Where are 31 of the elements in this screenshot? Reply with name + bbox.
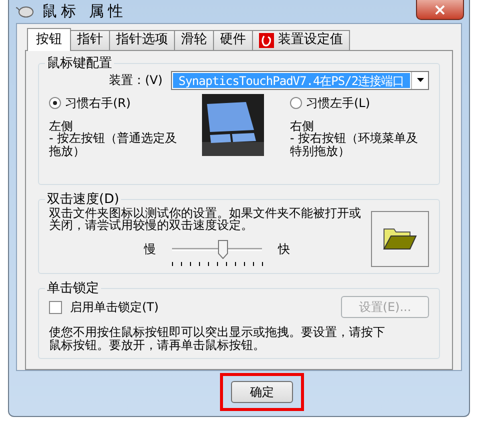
tab[interactable]: 指针: [70, 30, 110, 50]
device-label: 装置：(V): [109, 72, 163, 90]
tab[interactable]: 滑轮: [174, 30, 214, 50]
folder-icon: [383, 226, 417, 251]
tab[interactable]: 按钮: [27, 28, 71, 50]
group-title: 双击速度(D): [46, 192, 120, 207]
radio-label[interactable]: 习惯右手(R): [65, 94, 131, 112]
fast-label: 快: [278, 240, 290, 258]
tab[interactable]: 装置设定值: [252, 30, 350, 50]
checkbox-option[interactable]: 启用单击锁定(T): [49, 298, 159, 316]
folder-test-button[interactable]: [371, 210, 429, 267]
button-description: 左侧 - 按左按钮（普通选定及拖放）: [49, 120, 178, 158]
slow-label: 慢: [144, 240, 156, 258]
ok-button[interactable]: 确定: [231, 380, 293, 402]
radio-button[interactable]: [49, 96, 61, 109]
tab[interactable]: 硬件: [213, 30, 253, 50]
group-title: 鼠标键配置: [46, 56, 113, 71]
tab[interactable]: 指针选项: [109, 30, 175, 50]
description-text: 使您不用按住鼠标按钮即可以突出显示或拖拽。要设置，请按下鼠标按钮。要放开，请再单击鼠标按钮。: [49, 326, 386, 352]
radio-button[interactable]: [290, 96, 302, 109]
slider-thumb[interactable]: [218, 240, 228, 259]
group-title: 单击锁定: [46, 282, 100, 296]
button-description: 右侧 - 按右按钮（环境菜单及特别拖放）: [290, 120, 420, 158]
device-icon: [259, 32, 274, 48]
speed-slider[interactable]: [172, 240, 262, 266]
instruction-text: 双击文件夹图标以测试你的设置。如果文件夹不能被打开或关闭，请尝试用较慢的双击速度设定。: [49, 206, 362, 232]
caret-icon: [416, 78, 424, 82]
radio-label[interactable]: 习惯左手(L): [306, 94, 370, 112]
window-title: 鼠标 属性: [42, 1, 127, 22]
touchpad-icon: [202, 94, 264, 158]
mouse-icon: [16, 4, 34, 18]
